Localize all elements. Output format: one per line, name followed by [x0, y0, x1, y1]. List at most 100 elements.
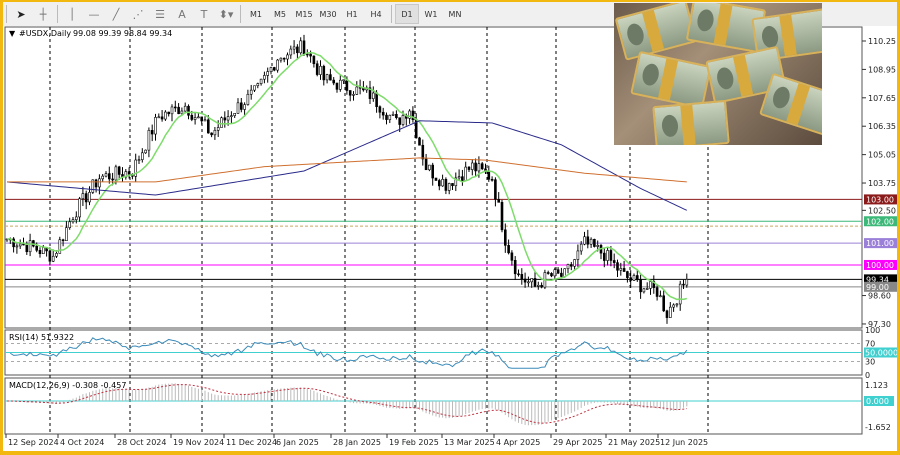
candle — [682, 283, 685, 286]
horizontal-line-button[interactable]: — — [83, 4, 105, 24]
timeframe-m1[interactable]: M1 — [244, 4, 268, 24]
candle — [240, 102, 243, 110]
macd-level-label: 0.000 — [866, 397, 889, 406]
date-label: 29 Apr 2025 — [553, 438, 602, 447]
candle — [81, 193, 85, 200]
cursor-button[interactable]: ➤ — [10, 4, 32, 24]
candle — [157, 116, 161, 119]
macd-label: MACD(12,26,9) -0.308 -0.457 — [9, 381, 126, 390]
price-tick-label: 108.95 — [868, 65, 896, 74]
candle — [253, 85, 256, 91]
candle — [378, 106, 382, 113]
candle — [104, 173, 108, 177]
candle — [626, 271, 629, 278]
candle — [329, 74, 332, 81]
date-label: 19 Nov 2024 — [173, 438, 224, 447]
crosshair-button[interactable]: ┼ — [32, 4, 54, 24]
horizontal-line-icon: — — [88, 7, 100, 21]
candle — [381, 111, 385, 116]
timeframe-mn[interactable]: MN — [443, 4, 467, 24]
candle — [75, 216, 78, 220]
candle — [84, 193, 88, 203]
vertical-line-button[interactable]: │ — [61, 4, 83, 24]
candle — [563, 268, 567, 277]
timeframe-m30[interactable]: M30 — [316, 4, 340, 24]
timeframe-h1[interactable]: H1 — [340, 4, 364, 24]
candle — [190, 114, 194, 120]
price-tick-label: 106.35 — [868, 122, 896, 131]
fibonacci-button[interactable]: ⋰ — [127, 4, 149, 24]
candle — [249, 89, 253, 95]
candle — [398, 117, 402, 125]
candle — [345, 79, 349, 91]
date-label: 12 Jun 2025 — [660, 438, 708, 447]
candle — [203, 119, 207, 122]
level-label: 102.00 — [866, 217, 894, 226]
candle — [418, 137, 421, 146]
candle — [566, 264, 570, 270]
candle — [141, 152, 144, 160]
ohlc-readout: 99.08 99.39 98.84 99.34 — [73, 29, 172, 38]
timeframe-w1[interactable]: W1 — [419, 4, 443, 24]
candle — [187, 105, 190, 116]
channels-button[interactable]: ☰ — [149, 4, 171, 24]
candle — [355, 86, 359, 95]
timeframe-m5[interactable]: M5 — [268, 4, 292, 24]
price-tick-label: 102.50 — [868, 206, 896, 215]
candle — [220, 117, 223, 128]
candle — [348, 90, 352, 96]
candle — [421, 144, 425, 160]
candle — [101, 175, 104, 180]
shapes-icon: ⬍▾ — [218, 7, 234, 21]
candle — [213, 129, 217, 136]
candle — [259, 78, 263, 84]
text-button[interactable]: A — [171, 4, 193, 24]
candle — [464, 166, 468, 182]
timeframe-label: D1 — [401, 9, 413, 19]
collapse-icon: ▼ — [9, 29, 16, 38]
candle — [88, 192, 91, 203]
candle — [28, 240, 32, 253]
rsi-tick: 0 — [865, 371, 870, 380]
candle — [388, 114, 392, 120]
candle — [602, 252, 606, 261]
candle — [672, 304, 675, 308]
candle — [550, 273, 553, 277]
candle — [391, 114, 395, 116]
candle — [477, 163, 481, 172]
candle — [299, 40, 303, 54]
level-label: 101.00 — [866, 239, 894, 248]
candle — [513, 260, 517, 275]
text-label-button[interactable]: T — [193, 4, 215, 24]
candle — [494, 179, 497, 200]
candle — [223, 117, 227, 121]
candle — [335, 82, 339, 90]
crosshair-icon: ┼ — [39, 7, 47, 21]
candle — [675, 303, 679, 306]
macd-tick: 1.123 — [865, 381, 888, 390]
candle — [480, 163, 484, 170]
candle — [183, 105, 187, 112]
timeframe-h4[interactable]: H4 — [364, 4, 388, 24]
candle — [292, 46, 296, 50]
trendline-button[interactable]: ╱ — [105, 4, 127, 24]
fibonacci-icon: ⋰ — [132, 7, 144, 21]
date-label: 28 Oct 2024 — [117, 438, 166, 447]
candle — [78, 198, 81, 218]
candle — [593, 238, 596, 247]
candle — [659, 295, 662, 298]
date-label: 6 Jan 2025 — [276, 438, 319, 447]
date-label: 11 Dec 2024 — [226, 438, 277, 447]
timeframe-d1[interactable]: D1 — [395, 4, 419, 24]
candle — [431, 164, 435, 179]
candle — [319, 65, 322, 75]
shapes-button[interactable]: ⬍▾ — [215, 4, 237, 24]
candle — [147, 130, 151, 151]
candle — [685, 279, 689, 286]
toolbar-separator — [240, 5, 241, 23]
timeframe-m15[interactable]: M15 — [292, 4, 316, 24]
candle — [154, 117, 157, 135]
candle — [312, 55, 316, 65]
candle — [470, 162, 474, 170]
candle — [177, 106, 180, 115]
